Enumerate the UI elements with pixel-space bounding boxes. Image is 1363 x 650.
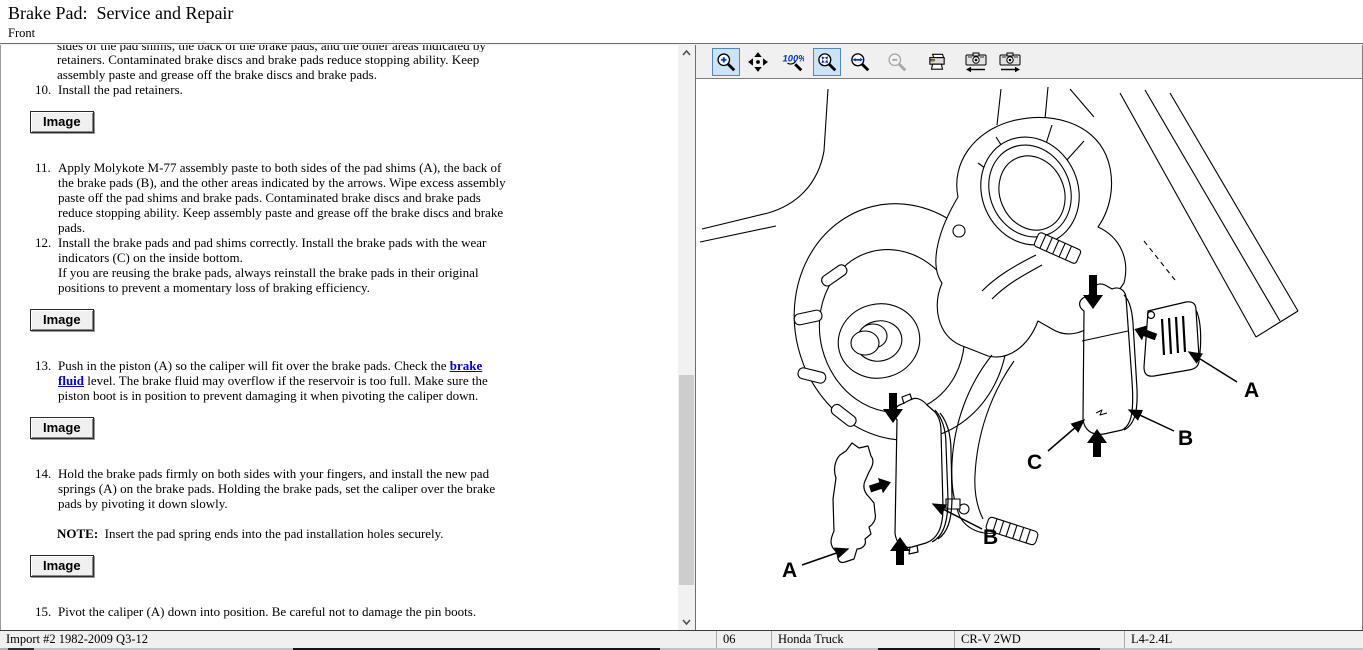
list-item: 11. Apply Molykote M-77 assembly paste to… (0, 160, 676, 235)
page-title: Brake Pad: Service and Repair (8, 3, 233, 24)
outer-pad-shim (831, 443, 875, 562)
zoom-in-icon (715, 51, 737, 73)
list-item-text: Pivot the caliper (A) down into position… (58, 604, 510, 619)
diagram-label-c: C (1027, 451, 1042, 474)
list-item-text: Apply Molykote M-77 assembly paste to bo… (58, 160, 510, 235)
list-item: 14. Hold the brake pads firmly on both si… (0, 466, 676, 511)
image-viewer-panel: 100% (696, 45, 1363, 630)
previous-image-button[interactable] (962, 48, 990, 76)
scroll-up-button[interactable] (678, 45, 695, 62)
camera-next-icon (998, 51, 1022, 73)
image-toolbar: 100% (696, 45, 1363, 79)
scroll-down-button[interactable] (678, 613, 695, 630)
list-item: 15. Pivot the caliper (A) down into posit… (0, 604, 676, 619)
window-left-edge (0, 45, 1, 630)
camera-previous-icon (964, 51, 988, 73)
list-item-number: 14. (35, 466, 54, 481)
app-window: { "window": { "title": "Brake Pad: Servi… (0, 0, 1363, 650)
fit-width-icon (849, 51, 871, 73)
note-paragraph: NOTE: Insert the pad spring ends into th… (57, 526, 509, 541)
fit-page-icon (816, 51, 838, 73)
brake-fluid-link[interactable]: brake fluid (58, 358, 482, 388)
list-item-text: Install the pad retainers. (58, 82, 510, 97)
inner-brake-pad (1080, 284, 1138, 434)
main-area: sides of the pad shims, the back of the … (0, 45, 1363, 630)
list-item: 12. Install the brake pads and pad shims … (0, 235, 676, 295)
list-item-text: Hold the brake pads firmly on both sides… (58, 466, 510, 511)
status-segment-3: CR-V 2WD (955, 631, 1125, 648)
next-image-button[interactable] (996, 48, 1024, 76)
procedure-text-panel: sides of the pad shims, the back of the … (0, 45, 696, 630)
printer-icon (926, 51, 948, 73)
zoom-fit-page-button[interactable] (813, 48, 841, 76)
chevron-up-icon (680, 47, 693, 60)
zoom-100-icon: 100% (782, 51, 804, 73)
vertical-scrollbar[interactable] (678, 45, 695, 630)
status-bar: Import #2 1982-2009 Q3-1206Honda TruckCR… (0, 630, 1363, 648)
zoom-fit-width-button[interactable] (846, 48, 874, 76)
diagram-label-a-right: A (1244, 379, 1259, 402)
diagram-label-a-left: A (782, 559, 797, 582)
document-header: Brake Pad: Service and Repair Front (0, 0, 1363, 44)
list-item: 13. Push in the piston (A) so the caliper… (0, 358, 676, 403)
diagram-label-b-left: B (983, 526, 998, 549)
page-subtitle: Front (8, 26, 35, 41)
list-item-text: Install the brake pads and pad shims cor… (58, 235, 510, 295)
brake-diagram: A B C B A (696, 79, 1363, 630)
print-button[interactable] (923, 48, 951, 76)
pan-icon (747, 51, 769, 73)
scrollbar-thumb[interactable] (679, 375, 694, 585)
list-item-number: 13. (35, 358, 54, 373)
zoom-out-icon (886, 51, 908, 73)
status-segment-2: Honda Truck (772, 631, 955, 648)
svg-text:100%: 100% (783, 53, 804, 63)
zoom-100-percent-button[interactable]: 100% (779, 48, 807, 76)
status-segment-4: L4-2.4L (1125, 631, 1363, 648)
clipped-text-line: sides of the pad shims, the back of the … (0, 45, 676, 52)
list-item-number: 11. (35, 160, 54, 175)
zoom-out-button (883, 48, 911, 76)
image-button-row: Image (30, 555, 676, 577)
note-label: NOTE: (57, 526, 98, 541)
diagram-label-b-right: B (1178, 427, 1193, 450)
doc-paragraph: retainers. Contaminated brake discs and … (57, 52, 509, 82)
image-button-row: Image (30, 111, 676, 133)
list-item-text: Push in the piston (A) so the caliper wi… (58, 358, 510, 403)
status-segment-0: Import #2 1982-2009 Q3-12 (0, 631, 717, 648)
status-segment-1: 06 (717, 631, 772, 648)
image-button[interactable]: Image (30, 417, 94, 439)
list-item: 10. Install the pad retainers. (0, 82, 676, 97)
chevron-down-icon (680, 615, 693, 628)
zoom-in-button[interactable] (712, 48, 740, 76)
list-item-number: 15. (35, 604, 54, 619)
image-button[interactable]: Image (30, 111, 94, 133)
list-item-number: 12. (35, 235, 54, 250)
image-button-row: Image (30, 417, 676, 439)
outer-brake-pad (895, 394, 952, 554)
image-button[interactable]: Image (30, 309, 94, 331)
list-item-number: 10. (35, 82, 54, 97)
pan-button[interactable] (744, 48, 772, 76)
image-button-row: Image (30, 309, 676, 331)
procedure-document: sides of the pad shims, the back of the … (0, 45, 676, 630)
image-button[interactable]: Image (30, 555, 94, 577)
